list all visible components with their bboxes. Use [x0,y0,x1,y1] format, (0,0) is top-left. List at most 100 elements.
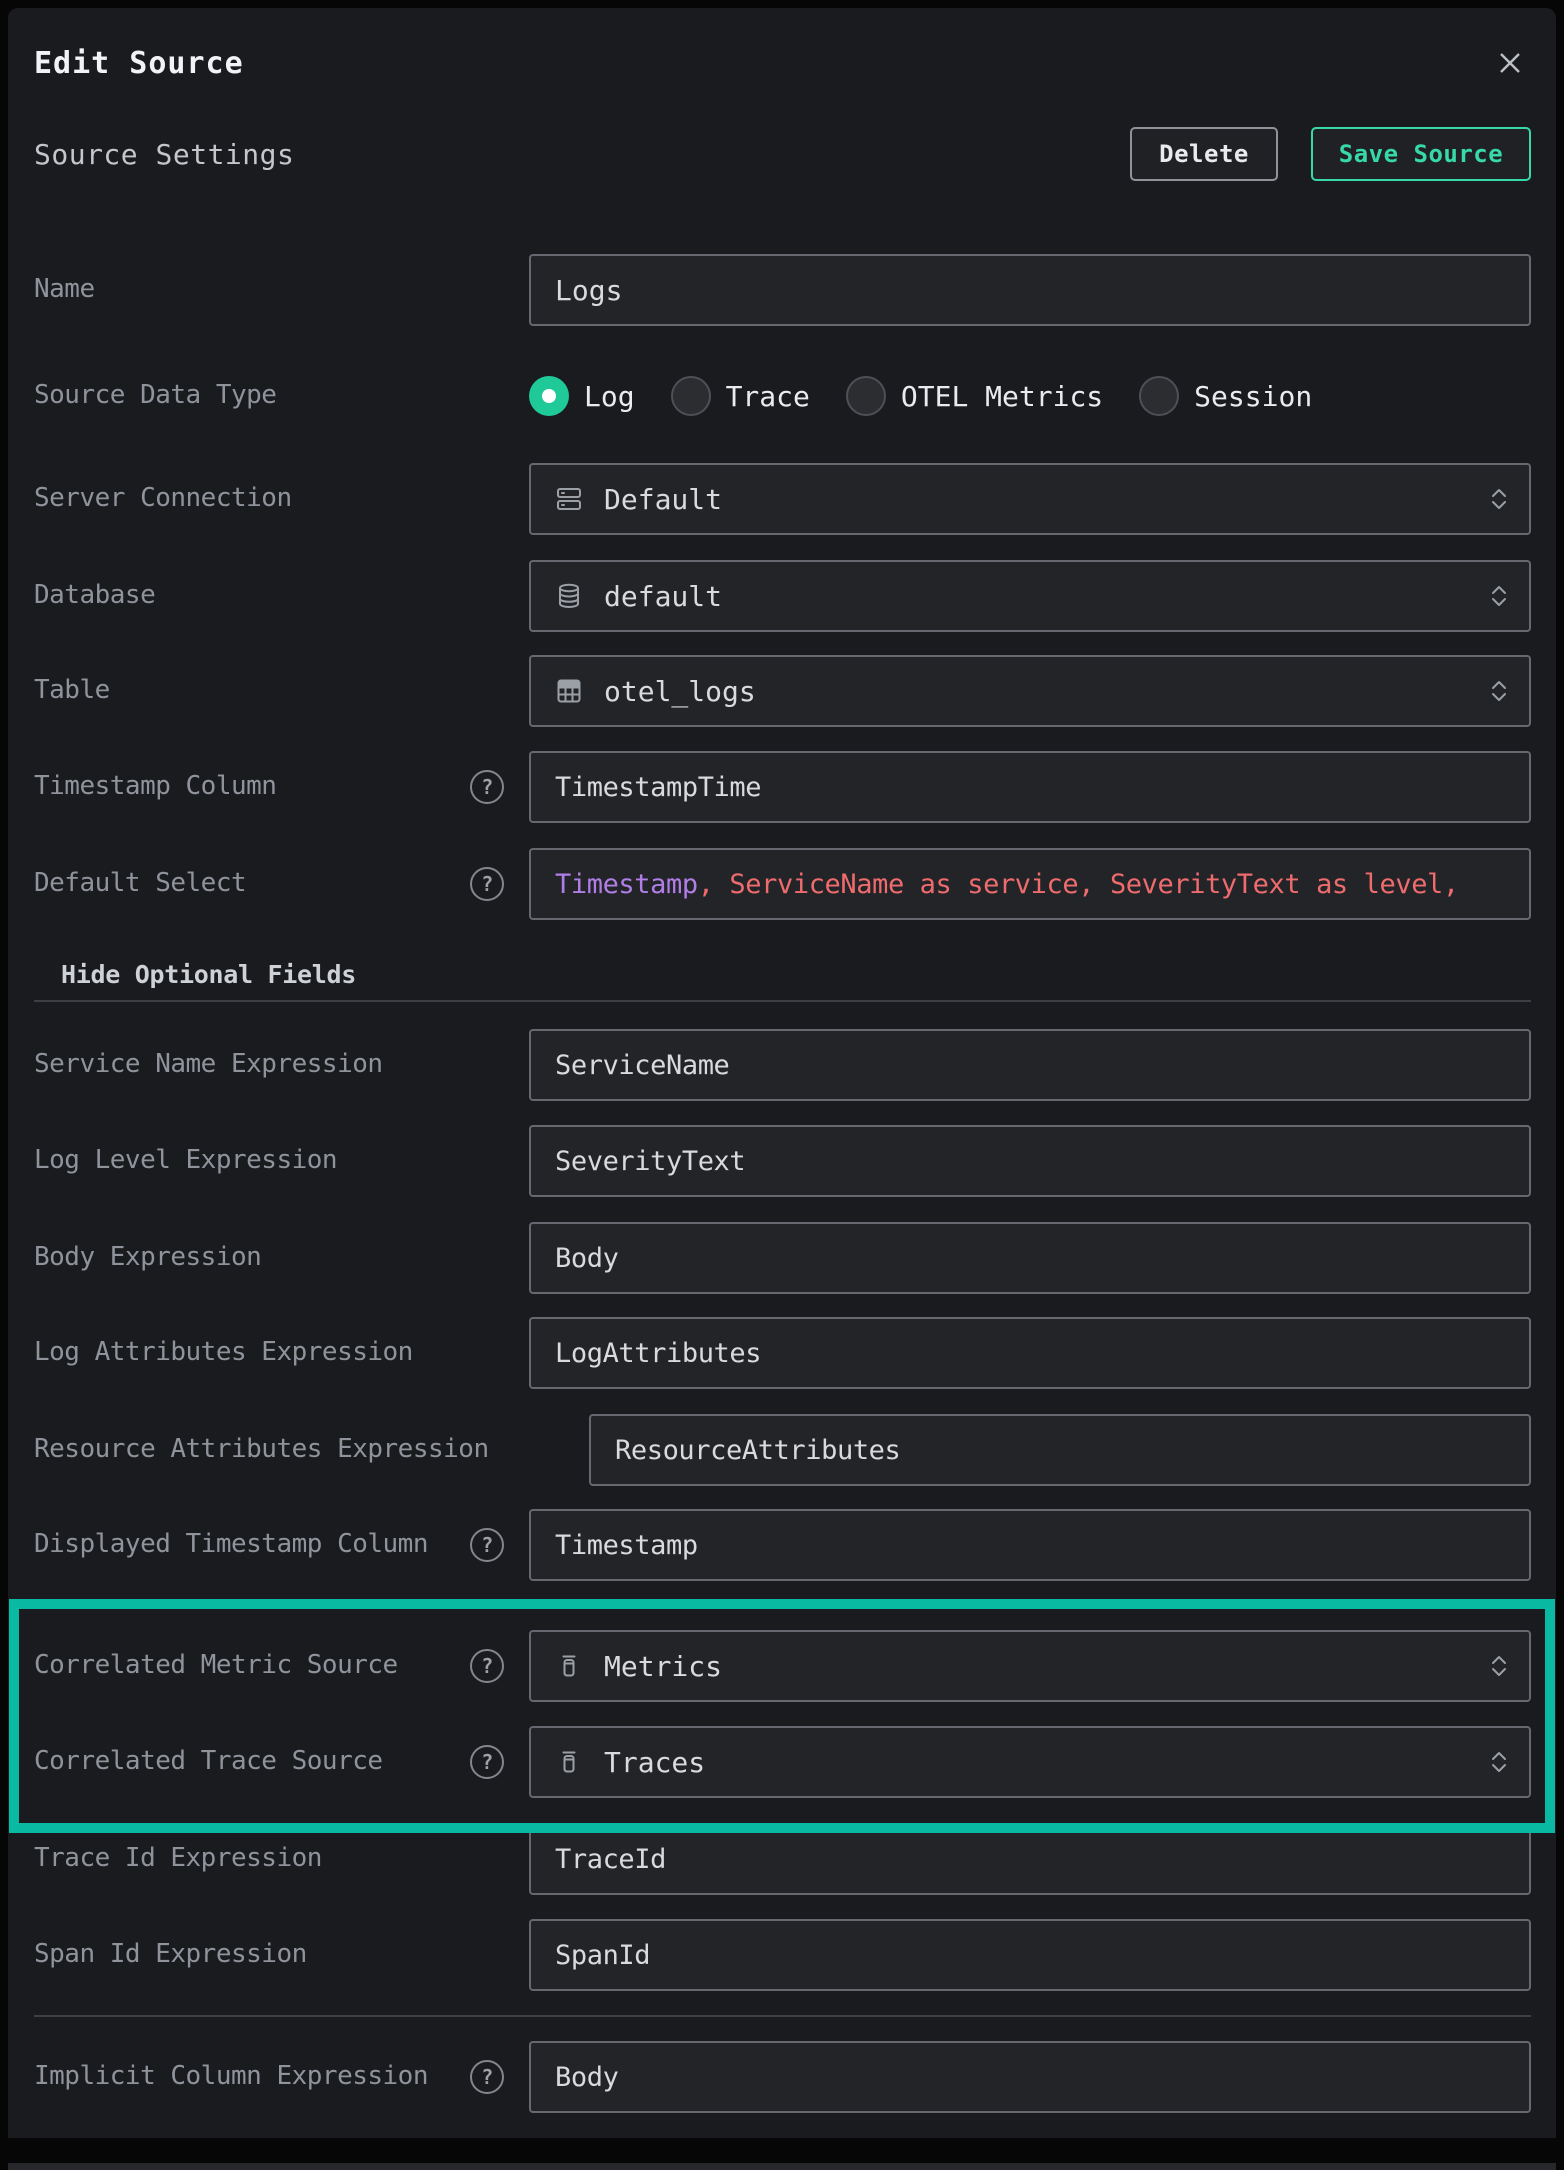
correlated-metric-source-label: Correlated Metric Source [34,1648,398,1683]
radio-session-label: Session [1194,380,1312,413]
close-icon[interactable] [1493,46,1527,80]
trace-id-expression-value: TraceId [555,1844,666,1875]
service-name-expression-row: Service Name Expression ServiceName [34,1029,1531,1101]
help-icon[interactable]: ? [470,867,504,901]
span-id-expression-value: SpanId [555,1940,650,1971]
span-id-expression-row: Span Id Expression SpanId [34,1919,1531,1991]
default-select-input[interactable]: Timestamp, ServiceName as service, Sever… [529,848,1531,920]
resource-attributes-expression-label: Resource Attributes Expression [34,1432,489,1467]
log-level-expression-label: Log Level Expression [34,1143,337,1178]
correlated-metric-source-select[interactable]: Metrics [529,1630,1531,1702]
radio-otel-metrics[interactable]: OTEL Metrics [846,376,1103,416]
database-value: default [604,580,722,613]
database-icon [555,582,583,610]
save-source-button[interactable]: Save Source [1311,127,1531,181]
correlated-trace-source-label: Correlated Trace Source [34,1744,383,1779]
source-data-type-label: Source Data Type [34,378,276,413]
timestamp-column-input[interactable]: TimestampTime [529,751,1531,823]
name-label: Name [34,272,95,307]
log-level-expression-row: Log Level Expression SeverityText [34,1125,1531,1197]
resource-attributes-expression-row: Resource Attributes Expression ResourceA… [34,1414,1531,1486]
container-icon [555,1748,583,1776]
trace-id-expression-row: Trace Id Expression TraceId [34,1823,1531,1895]
name-value: Logs [555,274,622,307]
name-input[interactable]: Logs [529,254,1531,326]
displayed-timestamp-column-row: Displayed Timestamp Column ? Timestamp [34,1509,1531,1581]
service-name-expression-input[interactable]: ServiceName [529,1029,1531,1101]
help-icon[interactable]: ? [470,1745,504,1779]
default-select-value-keyword: Timestamp [555,869,698,900]
span-id-expression-label: Span Id Expression [34,1937,307,1972]
help-icon[interactable]: ? [470,1528,504,1562]
correlated-trace-source-row: Correlated Trace Source ? Traces [34,1726,1531,1798]
log-attributes-expression-row: Log Attributes Expression LogAttributes [34,1317,1531,1389]
trace-id-expression-input[interactable]: TraceId [529,1823,1531,1895]
help-icon[interactable]: ? [470,770,504,804]
server-connection-select[interactable]: Default [529,463,1531,535]
service-name-expression-label: Service Name Expression [34,1047,383,1082]
radio-otel-metrics-circle[interactable] [846,376,886,416]
timestamp-column-value: TimestampTime [555,772,761,803]
help-icon[interactable]: ? [470,1649,504,1683]
span-id-expression-input[interactable]: SpanId [529,1919,1531,1991]
chevron-up-down-icon [1489,677,1509,705]
log-level-expression-input[interactable]: SeverityText [529,1125,1531,1197]
chevron-up-down-icon [1489,1748,1509,1776]
body-expression-row: Body Expression Body [34,1222,1531,1294]
radio-otel-metrics-label: OTEL Metrics [901,380,1103,413]
section-divider [34,1000,1531,1002]
server-icon [555,485,583,513]
table-value: otel_logs [604,675,756,708]
help-icon[interactable]: ? [470,2060,504,2094]
bottom-edge-strip [8,2163,1556,2170]
server-connection-row: Server Connection Default [34,463,1531,535]
log-attributes-expression-label: Log Attributes Expression [34,1335,413,1370]
correlated-metric-source-value: Metrics [604,1650,722,1683]
section-divider [34,2015,1531,2017]
resource-attributes-expression-input[interactable]: ResourceAttributes [589,1414,1531,1486]
table-select[interactable]: otel_logs [529,655,1531,727]
default-select-label: Default Select [34,866,246,901]
default-select-row: Default Select ? Timestamp, ServiceName … [34,848,1531,920]
correlated-trace-source-select[interactable]: Traces [529,1726,1531,1798]
timestamp-column-row: Timestamp Column ? TimestampTime [34,751,1531,823]
chevron-up-down-icon [1489,485,1509,513]
trace-id-expression-label: Trace Id Expression [34,1841,322,1876]
delete-button[interactable]: Delete [1130,127,1278,181]
radio-trace-circle[interactable] [671,376,711,416]
radio-log-circle[interactable] [529,376,569,416]
implicit-column-expression-value: Body [555,2062,618,2093]
radio-trace[interactable]: Trace [671,376,810,416]
edit-source-dialog: Edit Source Source Settings Delete Save … [8,8,1556,2138]
log-level-expression-value: SeverityText [555,1146,745,1177]
body-expression-value: Body [555,1243,618,1274]
body-expression-input[interactable]: Body [529,1222,1531,1294]
timestamp-column-label: Timestamp Column [34,769,276,804]
resource-attributes-expression-value: ResourceAttributes [615,1435,900,1466]
database-row: Database default [34,560,1531,632]
displayed-timestamp-column-input[interactable]: Timestamp [529,1509,1531,1581]
implicit-column-expression-row: Implicit Column Expression ? Body [34,2041,1531,2113]
database-select[interactable]: default [529,560,1531,632]
dialog-title: Edit Source [34,46,244,81]
table-label: Table [34,673,110,708]
radio-session[interactable]: Session [1139,376,1312,416]
hide-optional-fields-toggle[interactable]: Hide Optional Fields [34,958,1531,990]
section-title: Source Settings [34,138,294,171]
correlated-metric-source-row: Correlated Metric Source ? Metrics [34,1630,1531,1702]
radio-session-circle[interactable] [1139,376,1179,416]
table-row: Table otel_logs [34,655,1531,727]
chevron-up-down-icon [1489,582,1509,610]
log-attributes-expression-input[interactable]: LogAttributes [529,1317,1531,1389]
chevron-up-down-icon [1489,1652,1509,1680]
source-data-type-row: Source Data Type Log Trace OTEL Metrics … [34,360,1531,432]
body-expression-label: Body Expression [34,1240,261,1275]
name-row: Name Logs [34,254,1531,326]
displayed-timestamp-column-value: Timestamp [555,1530,698,1561]
implicit-column-expression-input[interactable]: Body [529,2041,1531,2113]
server-connection-value: Default [604,483,722,516]
table-icon [555,677,583,705]
radio-log[interactable]: Log [529,376,635,416]
log-attributes-expression-value: LogAttributes [555,1338,761,1369]
service-name-expression-value: ServiceName [555,1050,729,1081]
